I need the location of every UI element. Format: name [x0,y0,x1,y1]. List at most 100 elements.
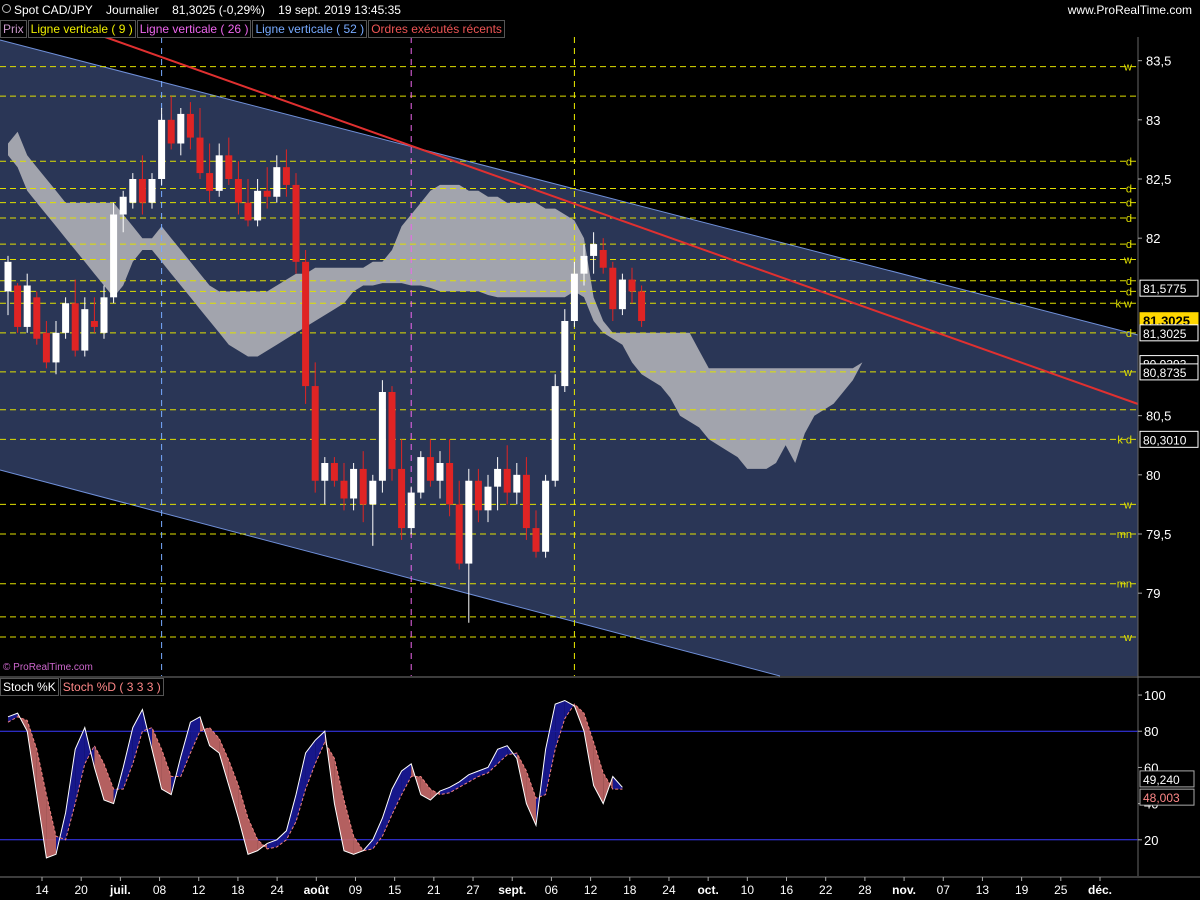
candle-body-8 [81,309,89,351]
candle-body-47 [455,504,463,564]
time-tick-label-25: 19 [1015,883,1029,897]
time-tick-label-23: 07 [937,883,951,897]
level-tag-2: d [1126,156,1132,168]
last-price: 81,3025 (-0,29%) [172,3,265,17]
candle-body-50 [484,486,492,511]
legend-price[interactable]: Prix [0,20,27,38]
time-tick-label-9: 15 [388,883,402,897]
price-label-text-5: 80,3010 [1143,433,1187,447]
candle-body-41 [398,468,406,529]
candle-body-11 [110,214,118,298]
price-label-text-4: 80,8735 [1143,366,1187,380]
candle-body-12 [119,196,127,215]
candle-body-19 [186,113,194,138]
candle-body-58 [561,321,569,387]
candle-body-55 [532,528,540,552]
candle-body-33 [321,463,329,481]
time-tick-label-14: 12 [584,883,598,897]
timestamp: 19 sept. 2019 13:45:35 [278,3,401,17]
legend-stoch-d[interactable]: Stoch %D ( 3 3 3 ) [59,678,164,696]
time-tick-label-3: 08 [153,883,167,897]
time-tick-label-19: 16 [780,883,794,897]
stoch-legend: Stoch %K Stoch %D ( 3 3 3 ) [0,678,165,696]
level-tag-9: d [1126,286,1132,298]
legend-vline-52[interactable]: Ligne verticale ( 52 ) [252,20,368,38]
candle-body-42 [407,492,415,529]
level-tag-6: d [1126,239,1132,251]
price-legend: Prix Ligne verticale ( 9 ) Ligne verticale… [0,20,506,38]
candle-body-31 [302,261,310,387]
candle-body-63 [609,267,617,310]
candle-body-23 [225,155,233,179]
price-label-text-2: 81,3025 [1143,327,1187,341]
candle-body-45 [436,463,444,481]
candle-body-6 [62,303,70,333]
candle-body-28 [273,167,281,197]
time-tick-label-7: août [304,883,329,897]
candle-body-46 [446,463,454,505]
level-tag-11: d [1126,328,1132,340]
candle-body-29 [282,167,290,185]
site-link[interactable]: www.ProRealTime.com [1068,0,1192,20]
candle-body-21 [206,173,214,191]
settings-gear-icon[interactable] [2,4,11,13]
period-label: Journalier [106,3,159,17]
time-tick-label-8: 09 [349,883,363,897]
price-tick-label-4: 80,5 [1146,409,1171,424]
price-tick-label-6: 79,5 [1146,527,1171,542]
candle-body-37 [359,468,367,505]
time-tick-label-22: nov. [892,883,916,897]
candle-body-65 [628,279,636,292]
candle-body-40 [388,392,396,469]
level-tag-17: mn [1117,579,1132,591]
candle-body-10 [100,297,108,333]
level-tag-15: w [1123,499,1132,511]
candle-body-24 [234,179,242,203]
time-tick-label-17: oct. [697,883,718,897]
legend-vline-26[interactable]: Ligne verticale ( 26 ) [136,20,252,38]
time-tick-label-1: 20 [75,883,89,897]
time-tick-label-12: sept. [498,883,526,897]
legend-vline-9[interactable]: Ligne verticale ( 9 ) [27,20,136,38]
candle-body-44 [426,457,434,481]
candle-body-54 [522,474,530,529]
time-tick-label-13: 06 [545,883,559,897]
time-tick-label-21: 28 [858,883,872,897]
stoch-tick-label-0: 100 [1144,688,1166,703]
legend-recent-orders[interactable]: Ordres exécutés récents [368,20,505,38]
candle-body-38 [369,480,377,505]
time-tick-label-4: 12 [192,883,206,897]
stoch-tick-label-4: 20 [1144,833,1158,848]
chart-canvas: wdddddwddk wdwk dwmnmnw 83,58382,58280,5… [0,0,1200,900]
time-tick-label-5: 18 [231,883,245,897]
candle-body-1 [14,285,22,327]
level-tag-16: mn [1117,529,1132,541]
candle-body-52 [503,468,511,493]
level-tag-14: k d [1117,434,1132,446]
time-tick-label-6: 24 [270,883,284,897]
legend-stoch-k[interactable]: Stoch %K [0,678,59,696]
candle-body-39 [378,392,386,481]
candle-body-43 [417,457,425,493]
candle-body-20 [196,137,204,174]
candle-body-13 [129,179,137,203]
candle-body-22 [215,155,223,191]
candle-body-3 [33,297,41,339]
candle-body-30 [292,184,300,262]
candle-body-34 [330,463,338,481]
candle-body-25 [244,202,252,221]
time-tick-label-18: 10 [741,883,755,897]
level-tag-4: d [1126,198,1132,210]
price-tick-label-2: 82,5 [1146,172,1171,187]
stoch-tick-label-1: 80 [1144,724,1158,739]
time-tick-label-26: 25 [1054,883,1068,897]
candle-body-5 [52,332,60,363]
watermark: © ProRealTime.com [3,662,93,673]
candle-body-17 [167,119,175,144]
candle-body-2 [23,285,31,327]
chart-header: Spot CAD/JPY Journalier 81,3025 (-0,29%)… [0,0,1200,20]
level-tag-10: k w [1116,298,1133,310]
candle-body-57 [551,386,559,481]
candle-body-48 [465,480,473,564]
candle-body-64 [618,279,626,310]
